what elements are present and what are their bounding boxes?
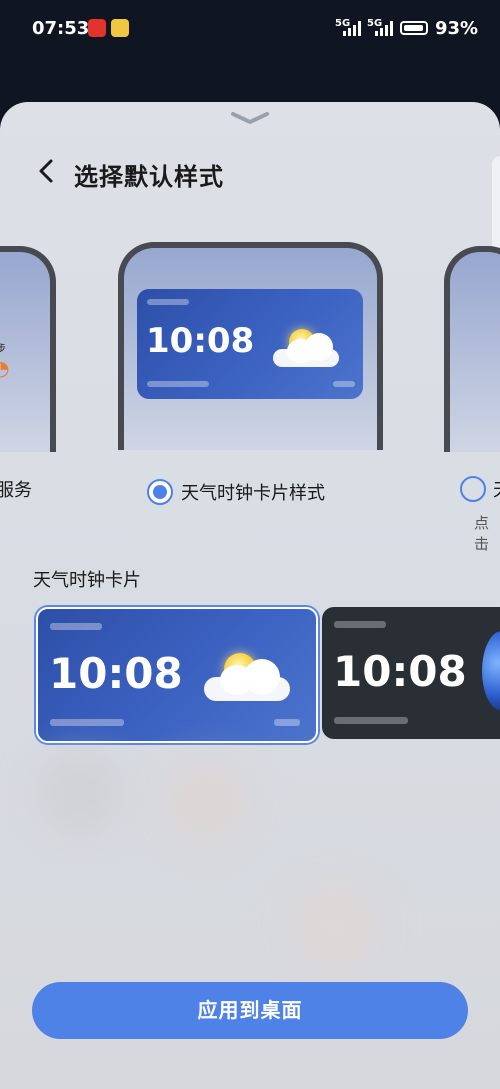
background-blur <box>290 882 380 972</box>
style-option-right-sub: 点击 <box>474 514 490 553</box>
card-line-top <box>334 621 386 628</box>
style-option-left-label[interactable]: 服务 <box>0 476 32 502</box>
back-arrow-icon[interactable] <box>34 158 60 184</box>
status-time: 07:53 <box>32 18 90 39</box>
battery-level <box>404 25 423 31</box>
card-line-bottom-right <box>274 719 300 726</box>
signal-icon-2 <box>375 21 393 36</box>
card-line-bottom <box>147 381 209 387</box>
app-notification-icon-2 <box>111 19 129 37</box>
collapse-chevron-icon[interactable] <box>229 110 271 126</box>
card-line-bottom <box>50 719 124 726</box>
card-line-bottom-right <box>333 381 355 387</box>
card-clock-time: 10:08 <box>333 647 467 696</box>
background-blur <box>160 762 250 842</box>
card-line-top <box>50 623 102 630</box>
battery-percent: 93% <box>435 18 479 39</box>
style-option-center-label[interactable]: 天气时钟卡片样式 <box>181 479 325 505</box>
preview-clock-time: 10:08 <box>146 321 255 361</box>
style-option-right-label[interactable]: 天 <box>493 476 500 502</box>
style-picker-sheet: 选择默认样式 步 ◔ 10:08 服务 天气时钟卡片样式 天 点击 天气时钟卡片… <box>0 102 500 1089</box>
style-radio-selected[interactable] <box>147 479 173 505</box>
mini-activity-rings-icon: ◔ <box>0 356 9 380</box>
signal-icon <box>343 21 361 36</box>
apply-to-desktop-button[interactable]: 应用到桌面 <box>32 982 468 1039</box>
background-blur <box>40 752 120 832</box>
card-option-dark[interactable]: 10:08 <box>322 607 500 739</box>
battery-icon <box>400 21 428 35</box>
page-title: 选择默认样式 <box>74 163 224 191</box>
cloud-puff <box>305 333 333 361</box>
style-preview-right[interactable] <box>444 246 500 452</box>
app-notification-icon <box>88 19 106 37</box>
style-radio-unselected[interactable] <box>460 476 486 502</box>
mini-card-text: 步 <box>0 340 6 355</box>
radio-dot <box>153 485 167 499</box>
cloud-puff <box>244 659 280 695</box>
card-clock-time: 10:08 <box>49 649 183 698</box>
style-preview-left[interactable]: 步 ◔ <box>0 246 56 452</box>
weather-rain-icon <box>482 631 500 711</box>
section-title: 天气时钟卡片 <box>33 570 141 591</box>
status-bar: 07:53 5G 5G 93% <box>0 0 500 58</box>
card-line-top <box>147 299 189 305</box>
weather-clock-preview-card: 10:08 <box>137 289 363 399</box>
card-option-blue[interactable]: 10:08 <box>36 607 318 743</box>
card-line-bottom <box>334 717 408 724</box>
